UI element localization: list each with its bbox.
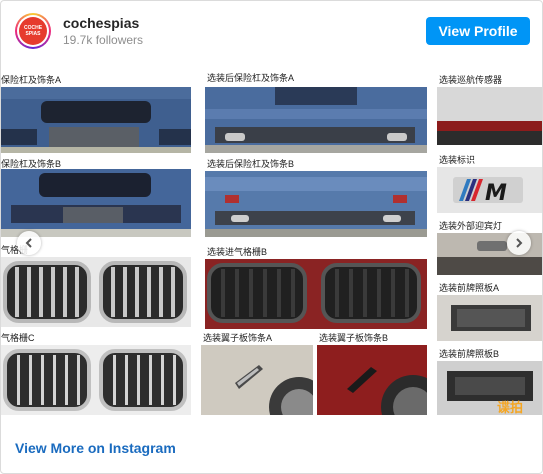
follower-count: 19.7k followers [63, 33, 144, 47]
post-image[interactable]: 保险杠及饰条A 保险杠及饰条B 气格栅 气格栅C 选装后保险杠及饰条A 选装后保… [1, 63, 542, 415]
photo-m-badge: M [437, 167, 542, 213]
caption-fender-trim-a: 选装翼子板饰条A [203, 333, 273, 343]
photo-fender-trim-a [201, 345, 313, 415]
instagram-embed-card: COCHE SPIAS cochespias 19.7k followers V… [0, 0, 543, 474]
watermark: 谍拍 [497, 400, 524, 415]
svg-text:M: M [485, 181, 507, 206]
caption-welcome-light: 选装外部迎宾灯 [439, 221, 503, 231]
caption-cruise-sensor: 选装巡航传感器 [439, 75, 503, 85]
caption-rear-bumper-a: 选装后保险杠及饰条A [207, 73, 295, 83]
caption-badge: 选装标识 [439, 155, 476, 165]
photo-grille-c [1, 345, 191, 415]
caption-fender-trim-b: 选装翼子板饰条B [319, 333, 389, 343]
photo-plate-b [437, 361, 542, 415]
carousel-next-button[interactable] [507, 231, 531, 255]
caption-bumper-a: 保险杠及饰条A [1, 75, 62, 85]
view-more-on-instagram-link[interactable]: View More on Instagram [15, 440, 176, 456]
photo-intake-grille-b [205, 259, 427, 329]
avatar-logo: COCHE SPIAS [19, 17, 47, 45]
caption-plate-b: 选装前牌照板B [439, 349, 500, 359]
photo-fender-trim-b [317, 345, 427, 415]
post-header: COCHE SPIAS cochespias 19.7k followers V… [1, 1, 542, 63]
username[interactable]: cochespias [63, 15, 139, 31]
photo-rear-bumper-a [205, 87, 427, 153]
avatar[interactable]: COCHE SPIAS [15, 13, 51, 49]
photo-rear-bumper-b [205, 171, 427, 237]
view-profile-button[interactable]: View Profile [426, 17, 530, 45]
photo-front-bumper-b [1, 169, 191, 237]
caption-plate-a: 选装前牌照板A [439, 283, 500, 293]
caption-intake-grille-b: 选装进气格栅B [207, 247, 268, 257]
photo-plate-a [437, 295, 542, 341]
chevron-right-icon [516, 238, 523, 248]
chevron-left-icon [25, 238, 32, 248]
photo-grille-a [1, 257, 191, 327]
caption-rear-bumper-b: 选装后保险杠及饰条B [207, 159, 295, 169]
photo-cruise-sensor [437, 87, 542, 145]
photo-front-bumper-a [1, 87, 191, 153]
caption-grille-c: 气格栅C [1, 333, 35, 343]
carousel-prev-button[interactable] [17, 231, 41, 255]
